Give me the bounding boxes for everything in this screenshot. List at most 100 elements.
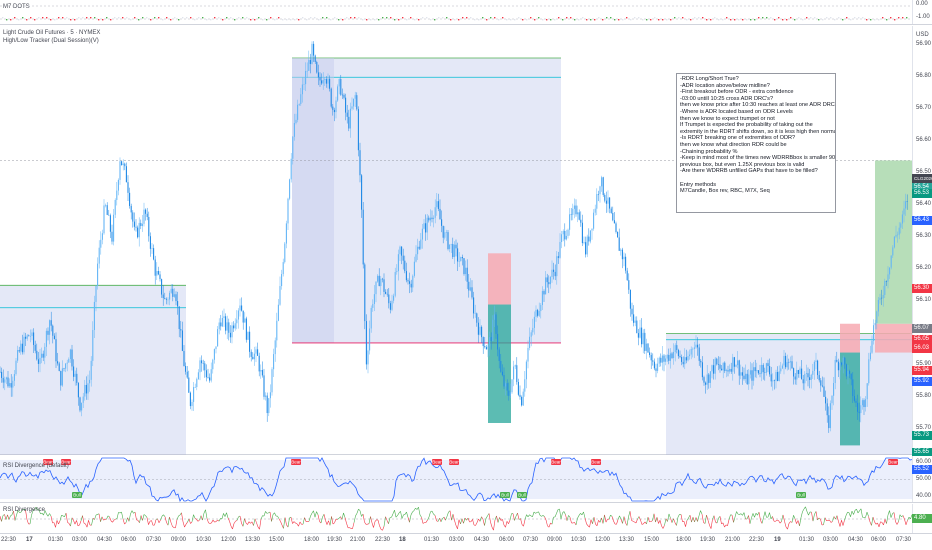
signal-dot	[890, 17, 892, 19]
oscillator-segment	[41, 512, 44, 516]
note-line: -Chaining probability %	[680, 148, 738, 155]
signal-dot	[282, 19, 284, 21]
candle-body	[205, 370, 207, 378]
oscillator-segment	[767, 512, 770, 518]
oscillator-segment	[676, 517, 679, 526]
oscillator-segment	[749, 517, 752, 524]
note-line: -Keep in mind most of the times new WDRR…	[680, 155, 836, 162]
oscillator-segment	[50, 516, 53, 523]
signal-dot	[438, 17, 440, 19]
candle-body	[753, 367, 755, 381]
signal-dot	[270, 17, 272, 19]
candle-body	[164, 298, 166, 299]
oscillator-segment	[140, 515, 143, 521]
candle-body	[401, 246, 403, 256]
oscillator-segment	[167, 517, 170, 526]
candle-body	[71, 349, 73, 367]
candle-body	[641, 327, 643, 345]
signal-dot	[422, 17, 424, 19]
signal-dot	[702, 17, 704, 19]
signal-dot	[578, 19, 580, 21]
signal-dot	[330, 19, 332, 21]
candle-body	[801, 368, 803, 380]
signal-dot	[126, 17, 128, 19]
signal-dot	[166, 17, 168, 19]
candle-body	[284, 243, 286, 263]
time-axis[interactable]: 22:30 17 01:30 03:00 04:30 06:00 07:30 09:00 10:…	[0, 534, 932, 550]
oscillator-segment	[604, 514, 607, 523]
candle-body	[365, 321, 367, 365]
signal-dot	[406, 19, 408, 21]
oscillator-segment	[593, 517, 596, 525]
oscillator-segment	[241, 523, 244, 527]
oscillator-segment	[202, 513, 205, 521]
candle-body	[377, 275, 379, 282]
candle-body	[346, 112, 348, 117]
candle-body	[721, 368, 723, 371]
oscillator-segment	[452, 514, 455, 521]
oscillator-segment	[425, 519, 428, 523]
candle-body	[714, 358, 716, 374]
oscillator-segment	[757, 512, 760, 516]
signal-dot	[434, 19, 436, 21]
signal-dot	[238, 17, 240, 19]
note-line	[680, 175, 832, 182]
signal-dot	[606, 17, 608, 19]
oscillator-segment	[394, 510, 397, 518]
oscillator-segment	[902, 515, 905, 520]
time-axis-label: 07:30	[146, 537, 162, 543]
candle-body	[202, 363, 204, 364]
price-axis[interactable]: USD 56.90 56.80 56.70 56.60 56.50 56.40 56.30 5…	[912, 26, 932, 457]
candle-body	[754, 367, 756, 372]
oscillator-segment	[778, 520, 781, 524]
oscillator-segment	[740, 513, 743, 516]
candle-body	[487, 346, 489, 350]
oscillator-segment	[445, 516, 448, 521]
signal-dot	[154, 17, 156, 19]
notes-text-box[interactable]: -RDR Long/Short True? -ADR location above…	[676, 73, 836, 213]
price-chart-pane[interactable]: Light Crude Oil Futures · 5 · NYMEX High…	[0, 26, 932, 457]
rsi-oscillator-pane[interactable]: RSI Divergence 4.80	[0, 504, 932, 534]
m7-dots-pane[interactable]: M7 DOTS 0.00 -1.00	[0, 0, 932, 25]
oscillator-segment	[82, 515, 85, 524]
signal-label: Bear	[291, 460, 301, 465]
candle-body	[410, 283, 412, 288]
candle-body	[453, 244, 455, 258]
signal-dot	[362, 19, 364, 21]
oscillator-segment	[812, 514, 815, 522]
oscillator-segment	[397, 512, 400, 516]
candle-body	[685, 357, 687, 361]
oscillator-segment	[794, 518, 797, 524]
oscillator-segment	[284, 517, 287, 525]
signal-dot	[78, 17, 80, 19]
oscillator-segment	[517, 513, 520, 520]
oscillator-segment	[331, 516, 334, 525]
signal-dot	[798, 17, 800, 19]
oscillator-segment	[754, 513, 757, 518]
rsi-divergence-pane[interactable]: Bear Bear Bull Bear Bear Bear Bull Bull Bear Bear…	[0, 456, 932, 503]
candle-body	[108, 214, 110, 216]
signal-dot	[730, 19, 732, 21]
candle-body	[220, 322, 222, 327]
candle-body	[593, 212, 595, 229]
signal-dot	[754, 19, 756, 21]
signal-dot	[698, 17, 700, 19]
oscillator-segment	[277, 515, 280, 519]
oscillator-segment	[592, 517, 595, 524]
candle-body	[495, 314, 497, 334]
oscillator-segment	[574, 522, 577, 526]
candle-body	[330, 88, 332, 107]
oscillator-segment	[695, 517, 698, 522]
candle-body	[385, 291, 387, 294]
oscillator-segment	[136, 519, 139, 521]
oscillator-segment	[569, 517, 572, 523]
candle-body	[279, 286, 281, 305]
oscillator-segment	[215, 519, 218, 522]
signal-dot	[338, 19, 340, 21]
candle-body	[287, 198, 289, 224]
oscillator-segment	[170, 522, 173, 527]
candle-body	[594, 208, 596, 213]
candle-body	[775, 372, 777, 381]
oscillator-segment	[439, 518, 442, 522]
signal-dot	[622, 19, 624, 21]
